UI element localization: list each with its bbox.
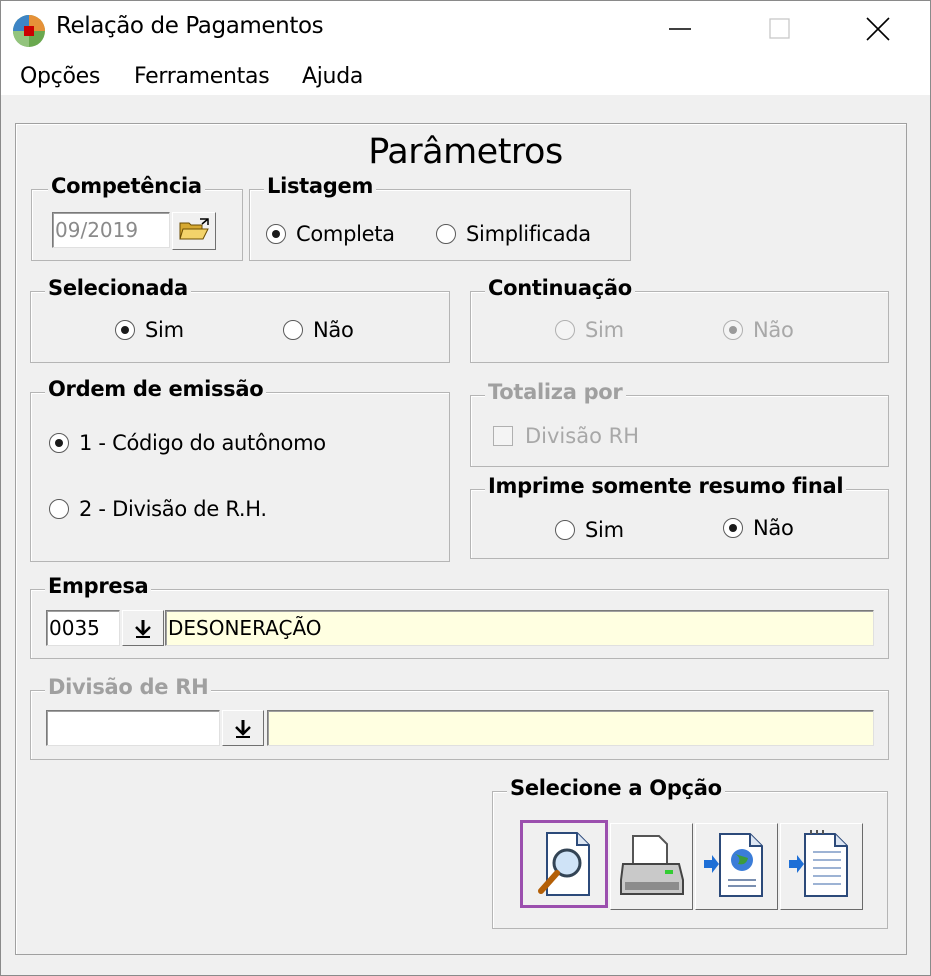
resumo-final-group: Imprime somente resumo final Sim Não [470,474,889,559]
radio-unchecked-icon [49,499,69,519]
menu-opcoes[interactable]: Opções [20,64,100,89]
competencia-label: Competência [48,174,205,198]
totaliza-group: Totaliza por Divisão RH [470,380,889,467]
divisao-rh-label: Divisão de RH [45,675,212,699]
preview-button[interactable] [520,820,608,908]
export-web-icon [704,833,763,897]
radio-label: Não [313,318,354,342]
empresa-group: Empresa 0035 DESONERAÇÃO [30,574,889,659]
selecione-opcao-label: Selecione a Opção [507,776,725,800]
empresa-label: Empresa [45,574,152,598]
divisao-lookup-button[interactable] [222,710,264,746]
export-web-button[interactable] [695,823,778,910]
divisao-code-input[interactable] [46,710,220,746]
checkbox-label: Divisão RH [525,424,639,448]
print-button[interactable] [610,823,693,910]
download-arrow-icon [235,720,251,738]
title-bar: Relação de Pagamentos [1,1,930,57]
divisao-rh-group: Divisão de RH [30,675,889,760]
radio-checked-icon [115,320,135,340]
app-icon [13,15,45,47]
selecionada-nao-radio[interactable]: Não [283,318,354,342]
resumo-nao-radio[interactable]: Não [723,516,794,540]
radio-label: Não [753,516,794,540]
radio-label: 1 - Código do autônomo [79,431,326,455]
export-text-icon [789,830,848,897]
maximize-icon [769,18,790,39]
open-folder-button[interactable] [172,212,216,250]
maximize-button[interactable] [734,1,829,57]
ordem-emissao-group: Ordem de emissão 1 - Código do autônomo … [30,377,450,562]
menu-ajuda[interactable]: Ajuda [302,64,363,89]
divisao-name-field [267,710,874,746]
radio-label: Sim [585,318,624,342]
checkbox-unchecked-icon [493,426,513,446]
window-title: Relação de Pagamentos [56,13,324,39]
listagem-simplificada-radio[interactable]: Simplificada [436,222,591,246]
selecionada-sim-radio[interactable]: Sim [115,318,184,342]
continuacao-group: Continuação Sim Não [470,276,889,363]
radio-label: Sim [145,318,184,342]
minimize-icon [669,28,691,30]
radio-label: Simplificada [466,222,591,246]
radio-unchecked-icon [555,520,575,540]
selecionada-label: Selecionada [45,276,191,300]
menu-bar: Opções Ferramentas Ajuda [1,57,930,95]
app-window: Relação de Pagamentos Opções Ferramentas… [0,0,931,976]
radio-checked-icon [266,224,286,244]
radio-label: Não [753,318,794,342]
download-arrow-icon [135,620,151,638]
radio-label: Completa [296,222,395,246]
radio-label: Sim [585,518,624,542]
radio-checked-icon [49,433,69,453]
preview-icon [538,832,590,896]
close-icon [866,17,890,41]
page-title: Parâmetros [368,132,563,172]
listagem-group: Listagem Completa Simplificada [249,174,631,261]
radio-unchecked-icon [555,320,575,340]
continuacao-sim-radio[interactable]: Sim [555,318,624,342]
radio-unchecked-icon [436,224,456,244]
listagem-label: Listagem [264,174,377,198]
minimize-button[interactable] [634,1,729,57]
competencia-group: Competência 09/2019 [31,174,243,261]
resumo-final-label: Imprime somente resumo final [485,474,847,498]
radio-unchecked-icon [283,320,303,340]
competencia-input[interactable]: 09/2019 [52,212,170,248]
radio-checked-icon [723,320,743,340]
empresa-lookup-button[interactable] [122,610,164,646]
close-button[interactable] [832,1,927,57]
menu-ferramentas[interactable]: Ferramentas [134,64,270,89]
resumo-sim-radio[interactable]: Sim [555,518,624,542]
ordem-divisao-radio[interactable]: 2 - Divisão de R.H. [49,497,267,521]
printer-icon [620,835,684,895]
open-folder-icon [179,218,209,240]
ordem-codigo-radio[interactable]: 1 - Código do autônomo [49,431,326,455]
export-text-button[interactable] [780,823,863,910]
continuacao-nao-radio[interactable]: Não [723,318,794,342]
listagem-completa-radio[interactable]: Completa [266,222,395,246]
selecionada-group: Selecionada Sim Não [30,276,450,363]
radio-label: 2 - Divisão de R.H. [79,497,267,521]
ordem-emissao-label: Ordem de emissão [45,377,267,401]
radio-checked-icon [723,518,743,538]
totaliza-label: Totaliza por [485,380,626,404]
divisao-rh-checkbox[interactable]: Divisão RH [493,424,639,448]
empresa-code-input[interactable]: 0035 [46,610,120,646]
empresa-name-field: DESONERAÇÃO [165,610,874,646]
continuacao-label: Continuação [485,276,635,300]
